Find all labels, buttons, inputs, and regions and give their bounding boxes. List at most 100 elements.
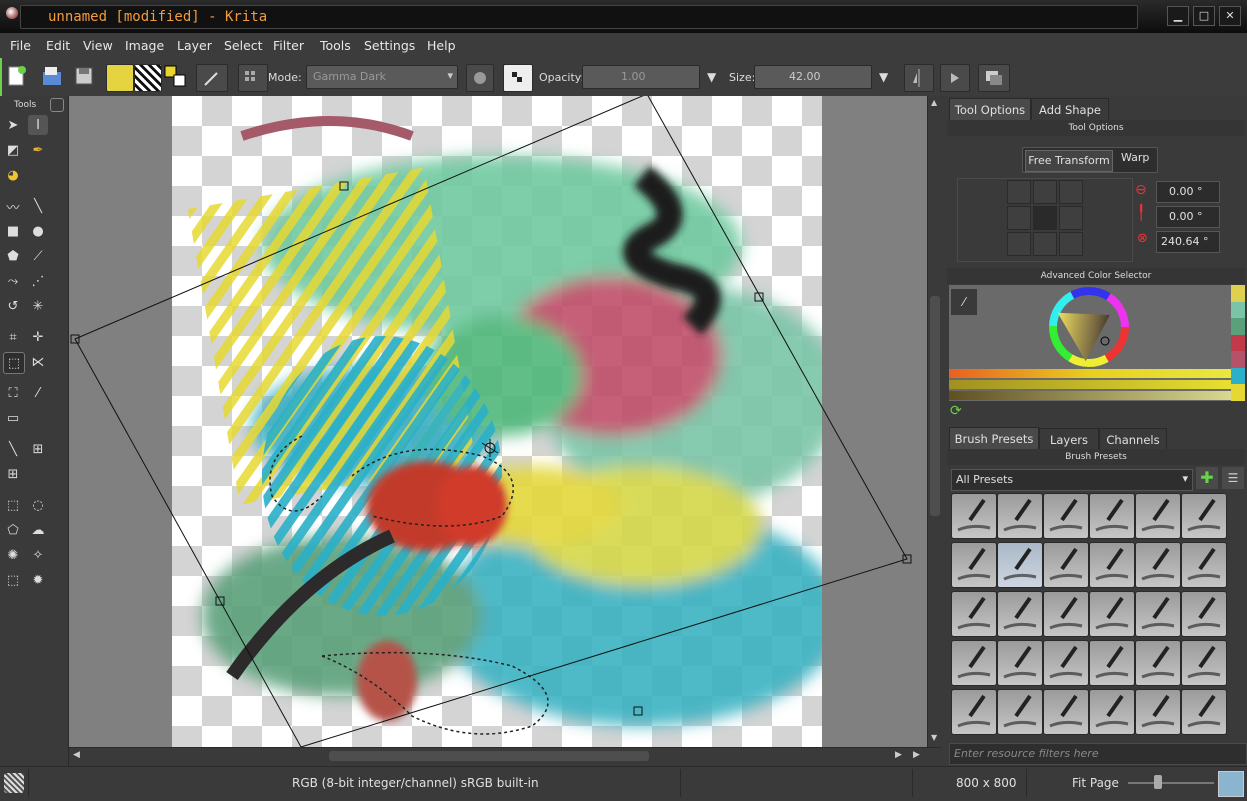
brush-preset-item[interactable] bbox=[1043, 493, 1089, 539]
color-swatches-icon[interactable] bbox=[163, 64, 187, 90]
transform-tool-icon[interactable]: ⬚ bbox=[3, 352, 25, 374]
ellipse-tool-icon[interactable]: ● bbox=[28, 221, 48, 241]
float-panel-icon[interactable] bbox=[50, 98, 64, 112]
gradient-tool-icon[interactable]: ▭ bbox=[3, 408, 23, 428]
freehand-selection-icon[interactable]: ☁ bbox=[28, 520, 48, 540]
brush-preset-item[interactable] bbox=[1181, 591, 1227, 637]
save-icon[interactable] bbox=[72, 64, 98, 90]
brush-preset-item[interactable] bbox=[1043, 689, 1089, 735]
brush-preset-item[interactable] bbox=[951, 493, 997, 539]
brush-preset-item[interactable] bbox=[1089, 689, 1135, 735]
elliptical-selection-icon[interactable]: ◌ bbox=[28, 495, 48, 515]
horizontal-scroll-thumb[interactable] bbox=[329, 751, 649, 761]
brush-preset-item[interactable] bbox=[1089, 542, 1135, 588]
rectangular-selection-icon[interactable]: ⬚ bbox=[3, 495, 23, 515]
value-strip[interactable] bbox=[949, 391, 1231, 400]
color-selector-area[interactable]: ⁄ bbox=[949, 285, 1231, 401]
menu-image[interactable]: Image bbox=[125, 38, 164, 53]
gradient-selector-icon[interactable] bbox=[106, 64, 134, 92]
minimize-icon[interactable]: ▁ bbox=[1167, 6, 1189, 26]
rectangle-tool-icon[interactable]: ■ bbox=[3, 221, 23, 241]
hue-strip[interactable] bbox=[949, 369, 1231, 378]
bezier-tool-icon[interactable]: ⤳ bbox=[3, 271, 23, 291]
brush-preset-item[interactable] bbox=[951, 689, 997, 735]
open-document-icon[interactable] bbox=[40, 64, 66, 90]
brush-preset-item[interactable] bbox=[1089, 640, 1135, 686]
brush-preset-item[interactable] bbox=[1181, 542, 1227, 588]
freehand-path-icon[interactable]: ⋰ bbox=[28, 271, 48, 291]
tab-layers[interactable]: Layers bbox=[1039, 428, 1099, 451]
add-preset-icon[interactable]: ✚ bbox=[1196, 467, 1218, 489]
move-tool-icon[interactable]: ✛ bbox=[28, 327, 48, 347]
menu-settings[interactable]: Settings bbox=[364, 38, 415, 53]
polygon-tool-icon[interactable]: ⬟ bbox=[3, 246, 23, 266]
color-history[interactable] bbox=[1231, 285, 1245, 402]
krita-app-icon[interactable] bbox=[6, 7, 18, 19]
mirror-horizontal-icon[interactable] bbox=[904, 64, 934, 92]
edit-brush-settings-icon[interactable] bbox=[238, 64, 268, 92]
menu-layer[interactable]: Layer bbox=[177, 38, 212, 53]
brush-preset-item[interactable] bbox=[951, 542, 997, 588]
brush-preset-item[interactable] bbox=[997, 640, 1043, 686]
transform-handle[interactable] bbox=[339, 181, 349, 191]
menu-select[interactable]: Select bbox=[224, 38, 263, 53]
brush-preset-item[interactable] bbox=[1135, 689, 1181, 735]
transform-center-icon[interactable] bbox=[481, 439, 499, 457]
pattern-selector-icon[interactable] bbox=[134, 64, 162, 92]
menu-file[interactable]: File bbox=[10, 38, 31, 53]
zoom-slider-handle[interactable] bbox=[1154, 775, 1162, 789]
preserve-alpha-icon[interactable] bbox=[503, 64, 533, 92]
vertical-scroll-thumb[interactable] bbox=[930, 296, 940, 516]
brush-preset-item[interactable] bbox=[1181, 689, 1227, 735]
perspective-grid-icon[interactable]: ⋉ bbox=[28, 352, 48, 372]
warp-button[interactable]: Warp bbox=[1121, 151, 1149, 164]
selection-mode-icon[interactable] bbox=[4, 773, 24, 793]
menu-view[interactable]: View bbox=[83, 38, 113, 53]
refresh-icon[interactable]: ⟳ bbox=[950, 404, 964, 418]
brush-preset-item[interactable] bbox=[997, 493, 1043, 539]
brush-preset-item[interactable] bbox=[1043, 542, 1089, 588]
opacity-slider[interactable]: 1.00 bbox=[582, 65, 700, 89]
preset-filter-select[interactable]: All Presets ▾ bbox=[951, 469, 1193, 491]
zoom-slider[interactable] bbox=[1128, 782, 1214, 784]
origin-point-grid[interactable] bbox=[1007, 180, 1085, 256]
menu-edit[interactable]: Edit bbox=[46, 38, 70, 53]
resource-filter-input[interactable]: Enter resource filters here bbox=[949, 743, 1247, 765]
preset-view-icon[interactable]: ☰ bbox=[1222, 467, 1244, 489]
tab-tool-options[interactable]: Tool Options bbox=[949, 98, 1031, 121]
overview-icon[interactable] bbox=[1218, 771, 1244, 797]
assistant-tool-icon[interactable]: ⊞ bbox=[28, 439, 48, 459]
menu-filter[interactable]: Filter bbox=[273, 38, 304, 53]
select-shapes-icon[interactable]: ➤ bbox=[3, 115, 23, 135]
transform-handle[interactable] bbox=[633, 706, 643, 716]
tab-channels[interactable]: Channels bbox=[1099, 428, 1167, 451]
tab-add-shape[interactable]: Add Shape bbox=[1031, 98, 1109, 121]
zoom-level[interactable]: Fit Page bbox=[1072, 776, 1119, 790]
saturation-strip[interactable] bbox=[949, 380, 1231, 389]
text-tool-icon[interactable]: I bbox=[28, 115, 48, 135]
gradient-edit-icon[interactable]: ◕ bbox=[3, 165, 23, 185]
brush-preset-item[interactable] bbox=[951, 591, 997, 637]
scroll-right-icon[interactable]: ▶ bbox=[913, 750, 920, 760]
workspace-icon[interactable] bbox=[978, 64, 1010, 92]
close-icon[interactable]: ✕ bbox=[1219, 6, 1241, 26]
horizontal-scrollbar[interactable]: ◀ ▶ ▶ bbox=[69, 747, 941, 764]
vertical-scrollbar[interactable]: ▲ ▼ bbox=[927, 96, 942, 747]
scroll-right-icon[interactable]: ▶ bbox=[895, 750, 902, 760]
menu-help[interactable]: Help bbox=[427, 38, 456, 53]
brush-preset-item[interactable] bbox=[951, 640, 997, 686]
freehand-brush-icon[interactable]: 〰 bbox=[3, 196, 23, 216]
eraser-mode-icon[interactable] bbox=[466, 64, 494, 92]
size-menu-icon[interactable]: ▼ bbox=[879, 70, 888, 84]
maximize-icon[interactable]: □ bbox=[1193, 6, 1215, 26]
brush-preset-item[interactable] bbox=[997, 689, 1043, 735]
rotation-y-field[interactable]: 0.00 ° bbox=[1156, 206, 1220, 228]
edit-shapes-icon[interactable]: ◩ bbox=[3, 140, 23, 160]
blend-mode-select[interactable]: Gamma Dark ▾ bbox=[306, 65, 458, 89]
multibrush-icon[interactable]: ✳ bbox=[28, 296, 48, 316]
grid-tool-icon[interactable]: ⊞ bbox=[3, 464, 23, 484]
brush-preset-item[interactable] bbox=[997, 591, 1043, 637]
contiguous-selection-icon[interactable]: ✺ bbox=[3, 545, 23, 565]
rotation-x-field[interactable]: 0.00 ° bbox=[1156, 181, 1220, 203]
brush-preset-item[interactable] bbox=[1089, 493, 1135, 539]
